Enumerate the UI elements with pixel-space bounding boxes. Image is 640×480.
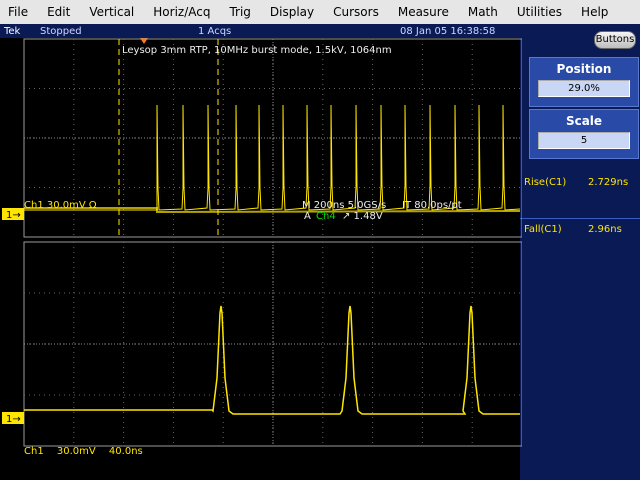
channel-marker-label: 1→	[6, 210, 21, 221]
acquisition-state: Stopped	[40, 25, 82, 37]
bottom-time: 40.0ns	[108, 446, 143, 457]
waveform-canvas[interactable]: 1→ 1→	[0, 38, 523, 448]
menu-edit[interactable]: Edit	[39, 0, 81, 24]
menu-file[interactable]: File	[0, 0, 39, 24]
measurement-label: Rise(C1)	[524, 177, 567, 188]
menu-vertical[interactable]: Vertical	[81, 0, 145, 24]
menu-help[interactable]: Help	[573, 0, 619, 24]
measurement-value: 2.96ns	[588, 224, 622, 235]
position-value[interactable]: 29.0%	[538, 80, 630, 97]
overview-title: Leysop 3mm RTP, 10MHz burst mode, 1.5kV,…	[122, 45, 392, 56]
acquisition-count: 1 Acqs	[198, 25, 232, 37]
side-panel: Buttons Position 29.0% Scale 5	[520, 24, 640, 480]
measurement-rise: Rise(C1) 2.729ns	[524, 177, 628, 188]
menu-utilities[interactable]: Utilities	[509, 0, 573, 24]
position-title: Position	[556, 62, 612, 76]
timebase-readout: M 200ns 5.0GS/s	[302, 200, 387, 211]
channel-marker-label: 1→	[6, 414, 21, 425]
bottom-readout: Ch1 30.0mV 40.0ns	[24, 446, 153, 457]
menu-cursors[interactable]: Cursors	[325, 0, 390, 24]
menu-horizacq[interactable]: Horiz/Acq	[145, 0, 221, 24]
scale-title: Scale	[565, 114, 603, 128]
menu-trig[interactable]: Trig	[221, 0, 261, 24]
channel-scale-readout: Ch1 30.0mV Ω	[24, 200, 97, 211]
scale-panel[interactable]: Scale 5	[529, 109, 639, 159]
trigger-level: ↗ 1.48V	[342, 211, 383, 222]
waveform-display[interactable]: 1→ 1→ Leysop 3mm RTP, 10MHz burst mode, 1…	[0, 38, 523, 448]
datetime: 08 Jan 05 16:38:58	[400, 25, 496, 37]
bottom-volts: 30.0mV	[56, 446, 96, 457]
bottom-channel: Ch1	[24, 446, 44, 457]
trigger-source: Ch4	[316, 211, 336, 222]
zoom-trace	[24, 305, 520, 415]
measurement-value: 2.729ns	[588, 177, 629, 188]
status-bar: Tek Stopped 1 Acqs 08 Jan 05 16:38:58	[0, 24, 520, 38]
measurement-divider	[520, 218, 640, 219]
menu-bar: File Edit Vertical Horiz/Acq Trig Display Curs…	[0, 0, 640, 25]
measurement-label: Fall(C1)	[524, 224, 562, 235]
resolution-readout: IT 80.0ps/pt	[402, 200, 462, 211]
menu-measure[interactable]: Measure	[390, 0, 460, 24]
menu-display[interactable]: Display	[262, 0, 325, 24]
brand-label: Tek	[4, 25, 21, 37]
buttons-button[interactable]: Buttons	[594, 31, 636, 49]
menu-math[interactable]: Math	[460, 0, 509, 24]
measurement-fall: Fall(C1) 2.96ns	[524, 224, 622, 235]
overview-trace	[24, 104, 521, 211]
trigger-label: A	[304, 211, 311, 222]
scale-value[interactable]: 5	[538, 132, 630, 149]
position-panel[interactable]: Position 29.0%	[529, 57, 639, 107]
